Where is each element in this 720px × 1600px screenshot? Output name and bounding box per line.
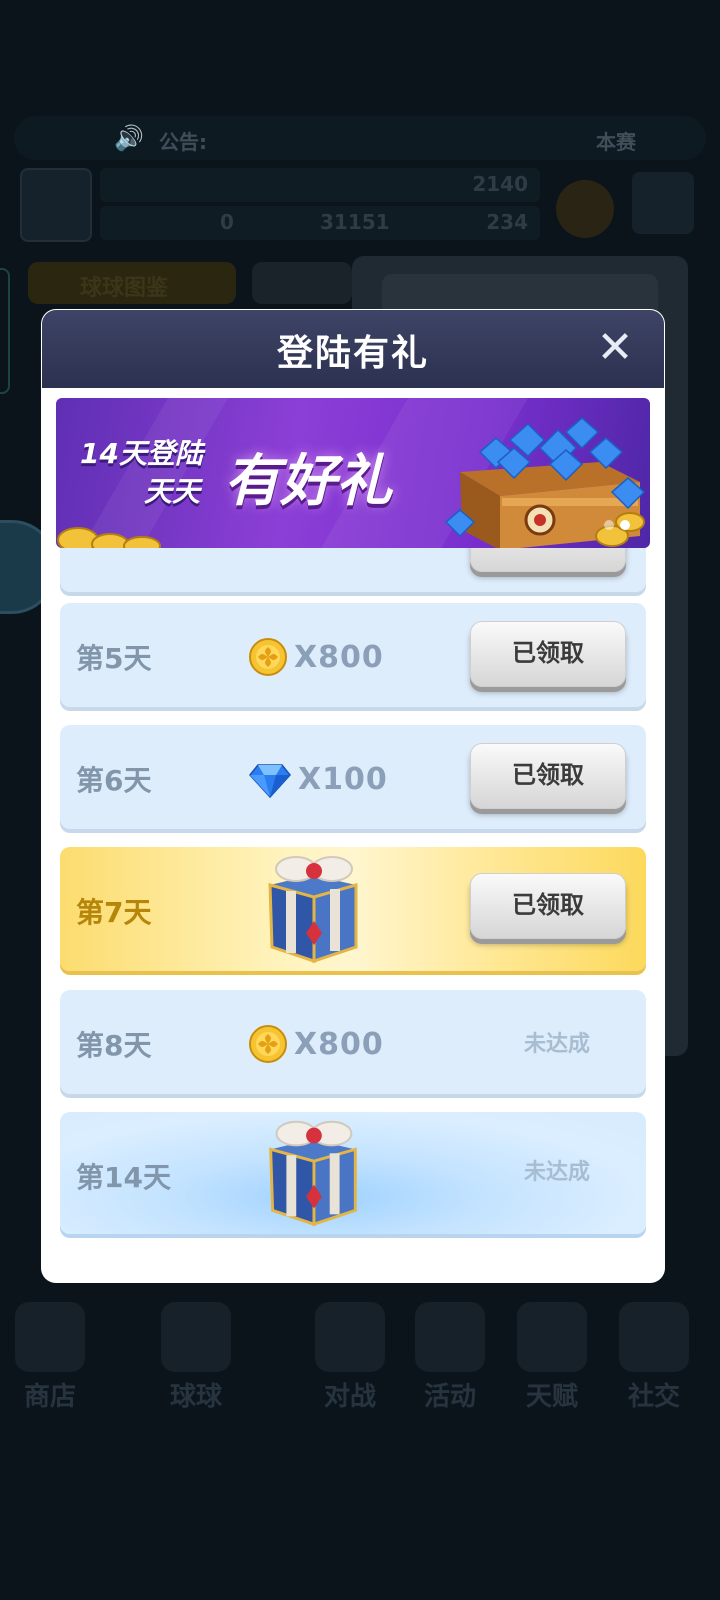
reward-quantity: X800 <box>294 639 384 675</box>
notice-text: 本赛 <box>596 130 636 154</box>
day-label: 第7天 <box>76 896 152 929</box>
nav-shop: 商店 <box>0 1288 100 1418</box>
list-item-day-6: 第6天 X100 已领取 <box>60 725 646 829</box>
event-banner: 14天登陆 天天 有好礼 <box>56 398 650 548</box>
day-label: 第8天 <box>76 1029 152 1062</box>
reward-list[interactable]: 第5天 X800 已领取 第6天 X100 已领取 第7天 已领取 第8天 X8… <box>42 548 664 1266</box>
banner-line-2: 天天 <box>144 475 201 508</box>
banner-pagination <box>598 515 630 534</box>
list-item-day-8: 第8天 X800 未达成 <box>60 990 646 1094</box>
bg-tab-2 <box>252 262 352 304</box>
day-label: 第6天 <box>76 764 152 797</box>
rank-badge-icon <box>556 180 614 238</box>
gem-count: 234 <box>486 210 528 234</box>
speaker-icon: 🔊 <box>114 124 144 152</box>
dialog-title: 登陆有礼 <box>276 333 429 374</box>
reward: X800 <box>248 1024 384 1064</box>
reward: X800 <box>248 637 384 677</box>
notice-bar: 🔊 公告: 本赛 <box>14 116 706 160</box>
claimed-button[interactable]: 已领取 <box>470 621 626 687</box>
bottom-nav: 商店 球球 对战 活动 天赋 社交 <box>0 1288 720 1424</box>
nav-activity: 活动 <box>400 1288 500 1418</box>
day-label: 第14天 <box>76 1161 171 1194</box>
reward: X100 <box>248 759 388 799</box>
login-reward-dialog: 登陆有礼 ✕ 14天登陆 天天 有好礼 第5天 X800 已领取 第6天 X10… <box>42 310 664 1282</box>
coin-left-count: 0 <box>220 210 234 234</box>
notice-label: 公告: <box>159 130 207 154</box>
claim-button-partial <box>470 548 626 572</box>
day-label: 第5天 <box>76 642 152 675</box>
currency-bar: 0 31151 234 <box>100 206 540 240</box>
not-achieved-status: 未达成 <box>523 1160 590 1185</box>
list-item-day-7: 第7天 已领取 <box>60 847 646 971</box>
gold-coin-icon <box>249 1025 287 1063</box>
banner-headline: 有好礼 <box>224 449 392 514</box>
player-avatar <box>20 168 92 242</box>
banner-line-1: 14天登陆 <box>80 437 203 470</box>
nav-talent: 天赋 <box>502 1288 602 1418</box>
nav-battle: 对战 <box>300 1288 400 1418</box>
trophy-count: 2140 <box>472 172 528 196</box>
list-item-day-14: 第14天 未达成 <box>60 1112 646 1234</box>
list-item-partial <box>60 548 646 592</box>
claimed-button[interactable]: 已领取 <box>470 873 626 939</box>
blue-diamond-icon <box>249 764 291 799</box>
claimed-button[interactable]: 已领取 <box>470 743 626 809</box>
gold-coin-icon <box>249 638 287 676</box>
gift-box-icon <box>269 1120 357 1227</box>
dialog-header: 登陆有礼 ✕ <box>42 310 664 388</box>
reward-quantity: X800 <box>294 1026 384 1062</box>
nav-social: 社交 <box>604 1288 704 1418</box>
list-item-day-5: 第5天 X800 已领取 <box>60 603 646 707</box>
gold-coins-icon <box>57 527 161 548</box>
gift-box-icon <box>268 856 358 964</box>
coin-count: 31151 <box>320 210 390 234</box>
left-edge-tab <box>0 268 10 394</box>
close-button[interactable]: ✕ <box>592 326 638 372</box>
reward-quantity: X100 <box>298 761 388 797</box>
menu-icon <box>632 172 694 234</box>
nav-balls: 球球 <box>146 1288 246 1418</box>
not-achieved-status: 未达成 <box>523 1032 590 1057</box>
trophy-bar: 2140 <box>100 168 540 202</box>
ball-collection-tab: 球球图鉴 <box>28 262 236 304</box>
